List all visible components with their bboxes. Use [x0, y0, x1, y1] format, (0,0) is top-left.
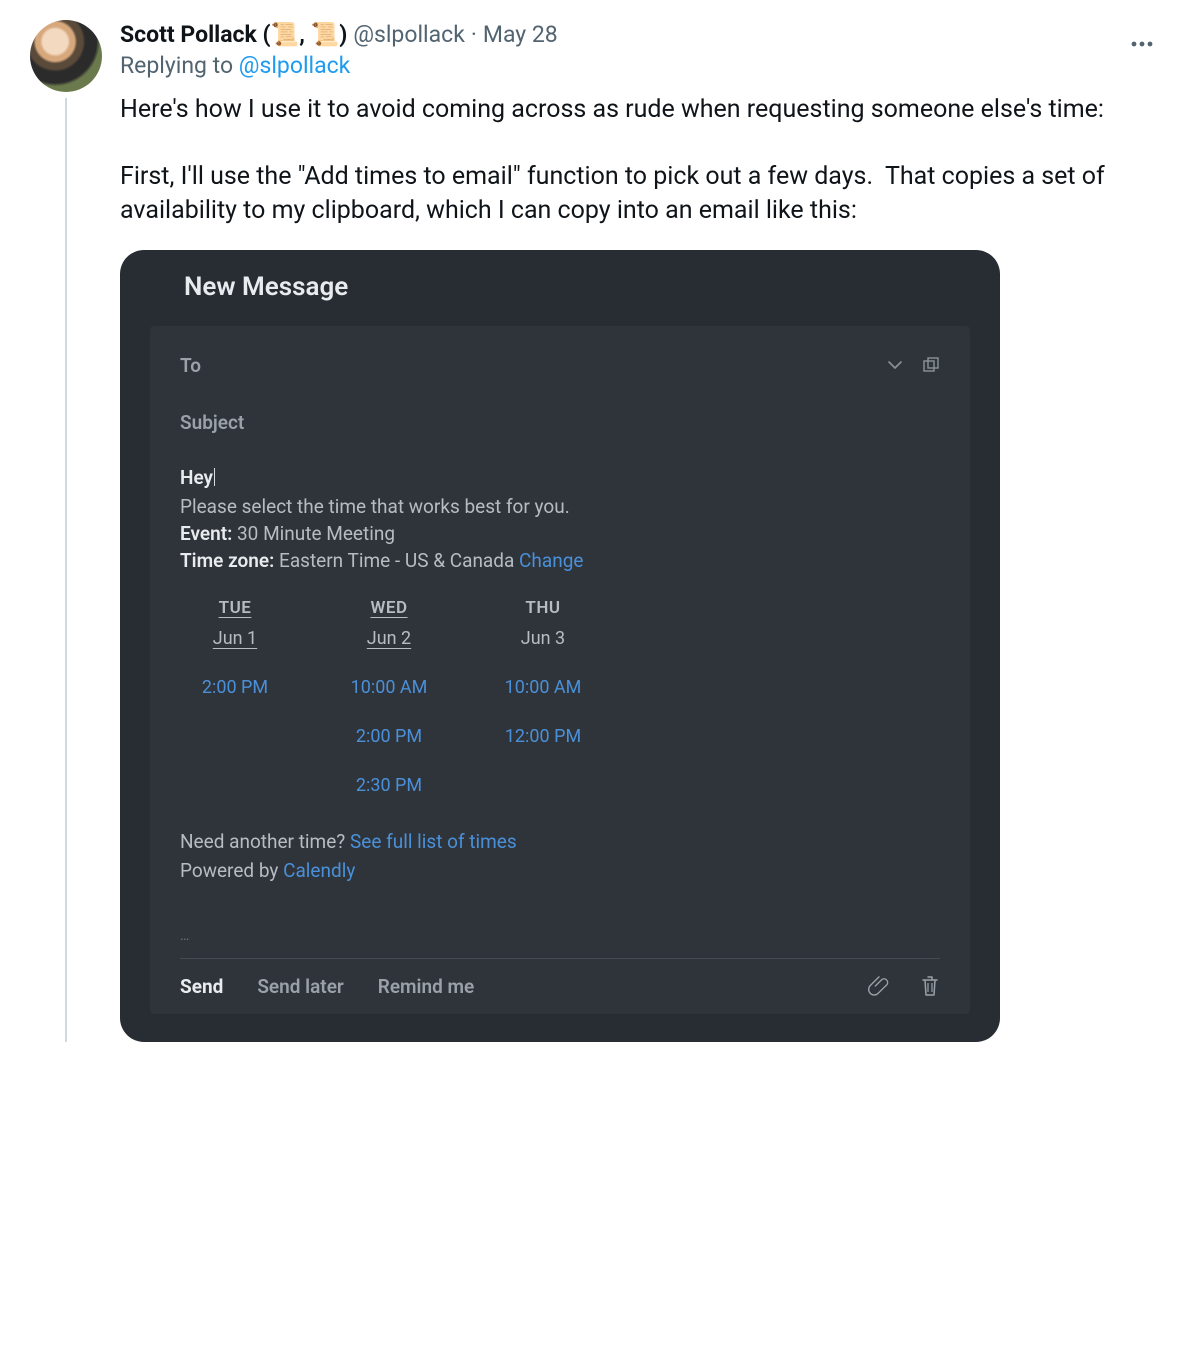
- to-label[interactable]: To: [180, 348, 201, 383]
- timezone-line: Time zone: Eastern Time - US & Canada Ch…: [180, 549, 940, 572]
- send-later-button[interactable]: Send later: [257, 975, 343, 998]
- attachment-icon[interactable]: [868, 975, 890, 997]
- tz-value: Eastern Time - US & Canada: [279, 549, 514, 572]
- reply-context: Replying to @slpollack: [120, 52, 1160, 79]
- powered-by: Powered by Calendly: [180, 859, 940, 882]
- tz-change-link[interactable]: Change: [519, 549, 583, 572]
- to-actions: [886, 356, 940, 374]
- chevron-down-icon[interactable]: [886, 356, 904, 374]
- more-button[interactable]: [1124, 26, 1160, 62]
- replying-prefix: Replying to: [120, 52, 239, 79]
- subject-label[interactable]: Subject: [180, 405, 940, 440]
- remind-me-button[interactable]: Remind me: [378, 975, 475, 998]
- more-icon: [1131, 41, 1153, 47]
- time-slot[interactable]: 10:00 AM: [344, 677, 434, 698]
- day-name: WED: [344, 598, 434, 618]
- day-column: TUE Jun 1 2:00 PM: [190, 598, 280, 796]
- day-name: THU: [498, 598, 588, 618]
- to-row: To: [180, 348, 940, 383]
- time-slot[interactable]: 12:00 PM: [498, 726, 588, 747]
- handle[interactable]: @slpollack: [353, 20, 465, 50]
- trash-icon[interactable]: [920, 975, 940, 997]
- calendly-link[interactable]: Calendly: [283, 859, 355, 882]
- tweet: Scott Pollack (📜, 📜) @slpollack · May 28…: [30, 20, 1160, 1042]
- powered-prefix: Powered by: [180, 859, 283, 882]
- day-date: Jun 1: [190, 628, 280, 649]
- display-name[interactable]: Scott Pollack (📜, 📜): [120, 20, 347, 50]
- thread-line: [65, 98, 67, 1042]
- day-column: THU Jun 3 10:00 AM 12:00 PM: [498, 598, 588, 796]
- composer-actions: Send Send later Remind me: [180, 959, 940, 998]
- day-date: Jun 3: [498, 628, 588, 649]
- composer-body: To Subject Hey Please select the time th…: [150, 326, 970, 1014]
- event-value: 30 Minute Meeting: [237, 522, 395, 545]
- popout-icon[interactable]: [922, 356, 940, 374]
- need-prefix: Need another time?: [180, 830, 350, 853]
- prompt-line: Please select the time that works best f…: [180, 495, 940, 518]
- greeting: Hey: [180, 466, 215, 489]
- text-cursor: [214, 468, 215, 486]
- need-another-time: Need another time? See full list of time…: [180, 830, 940, 853]
- tweet-body: Here's how I use it to avoid coming acro…: [120, 93, 1160, 228]
- collapsed-content-icon[interactable]: …: [180, 928, 940, 944]
- actions-right: [868, 975, 940, 997]
- tweet-header: Scott Pollack (📜, 📜) @slpollack · May 28: [120, 20, 1160, 50]
- day-name: TUE: [190, 598, 280, 618]
- composer-title: New Message: [120, 250, 1000, 326]
- full-list-link[interactable]: See full list of times: [350, 830, 517, 853]
- actions-left: Send Send later Remind me: [180, 975, 474, 998]
- composer-editor[interactable]: Hey Please select the time that works be…: [180, 466, 940, 944]
- time-slot[interactable]: 2:00 PM: [190, 677, 280, 698]
- event-line: Event: 30 Minute Meeting: [180, 522, 940, 545]
- day-date: Jun 2: [344, 628, 434, 649]
- tweet-date[interactable]: May 28: [483, 20, 558, 50]
- dot-separator: ·: [471, 20, 477, 50]
- time-grid: TUE Jun 1 2:00 PM WED Jun 2 10:00 AM 2:00 PM 2:…: [190, 598, 940, 796]
- embedded-composer[interactable]: New Message To Subject Hey: [120, 250, 1000, 1042]
- avatar[interactable]: [30, 20, 102, 92]
- event-key: Event:: [180, 522, 232, 545]
- time-slot[interactable]: 10:00 AM: [498, 677, 588, 698]
- tz-key: Time zone:: [180, 549, 274, 572]
- reply-mention[interactable]: @slpollack: [239, 52, 351, 79]
- day-column: WED Jun 2 10:00 AM 2:00 PM 2:30 PM: [344, 598, 434, 796]
- tweet-content: Scott Pollack (📜, 📜) @slpollack · May 28…: [120, 20, 1160, 1042]
- avatar-column: [30, 20, 102, 1042]
- time-slot[interactable]: 2:30 PM: [344, 775, 434, 796]
- send-button[interactable]: Send: [180, 975, 223, 998]
- time-slot[interactable]: 2:00 PM: [344, 726, 434, 747]
